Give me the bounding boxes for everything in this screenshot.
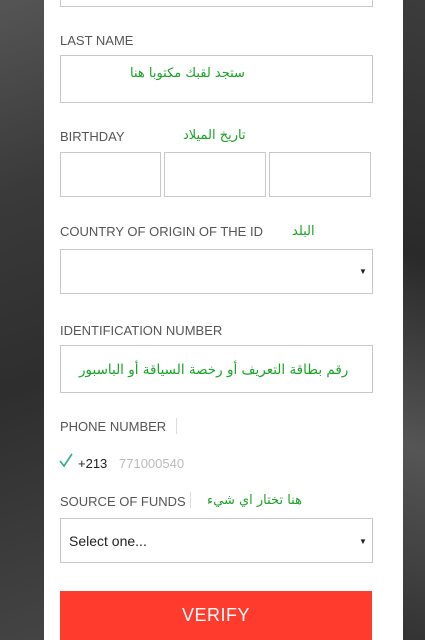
birthday-label: BIRTHDAY xyxy=(60,129,125,144)
background-right xyxy=(403,0,425,640)
funds-label-divider xyxy=(190,492,191,508)
country-label: COUNTRY OF ORIGIN OF THE ID xyxy=(60,224,263,239)
verify-button[interactable]: VERIFY xyxy=(60,591,372,640)
phone-number-input[interactable]: 771000540 xyxy=(119,456,184,471)
previous-field-input[interactable] xyxy=(60,0,373,7)
birthday-year-input[interactable] xyxy=(269,152,371,197)
identification-hint: رقم بطاقة التعريف أو رخصة السياقة أو الب… xyxy=(79,362,349,378)
country-select[interactable] xyxy=(60,249,373,294)
identification-label: IDENTIFICATION NUMBER xyxy=(60,323,223,338)
last-name-label: LAST NAME xyxy=(60,33,134,48)
phone-label: PHONE NUMBER xyxy=(60,419,167,434)
phone-prefix: +213 xyxy=(78,456,108,471)
birthday-hint: تاريخ الميلاد xyxy=(183,128,246,143)
birthday-month-input[interactable] xyxy=(164,152,266,197)
source-of-funds-hint: هنا تختار اي شيء xyxy=(207,493,302,508)
caret-down-icon: ▼ xyxy=(359,267,367,276)
source-of-funds-label: SOURCE OF FUNDS xyxy=(60,494,186,509)
birthday-day-input[interactable] xyxy=(60,152,161,197)
source-of-funds-select-value: Select one... xyxy=(69,533,147,549)
phone-label-divider xyxy=(176,418,177,434)
caret-down-icon: ▼ xyxy=(359,537,367,546)
country-hint: البلد xyxy=(292,224,315,239)
checkmark-icon xyxy=(59,453,73,468)
last-name-hint: ستجد لقبك مكتوبا هنا xyxy=(130,66,245,81)
background-left xyxy=(0,0,44,640)
